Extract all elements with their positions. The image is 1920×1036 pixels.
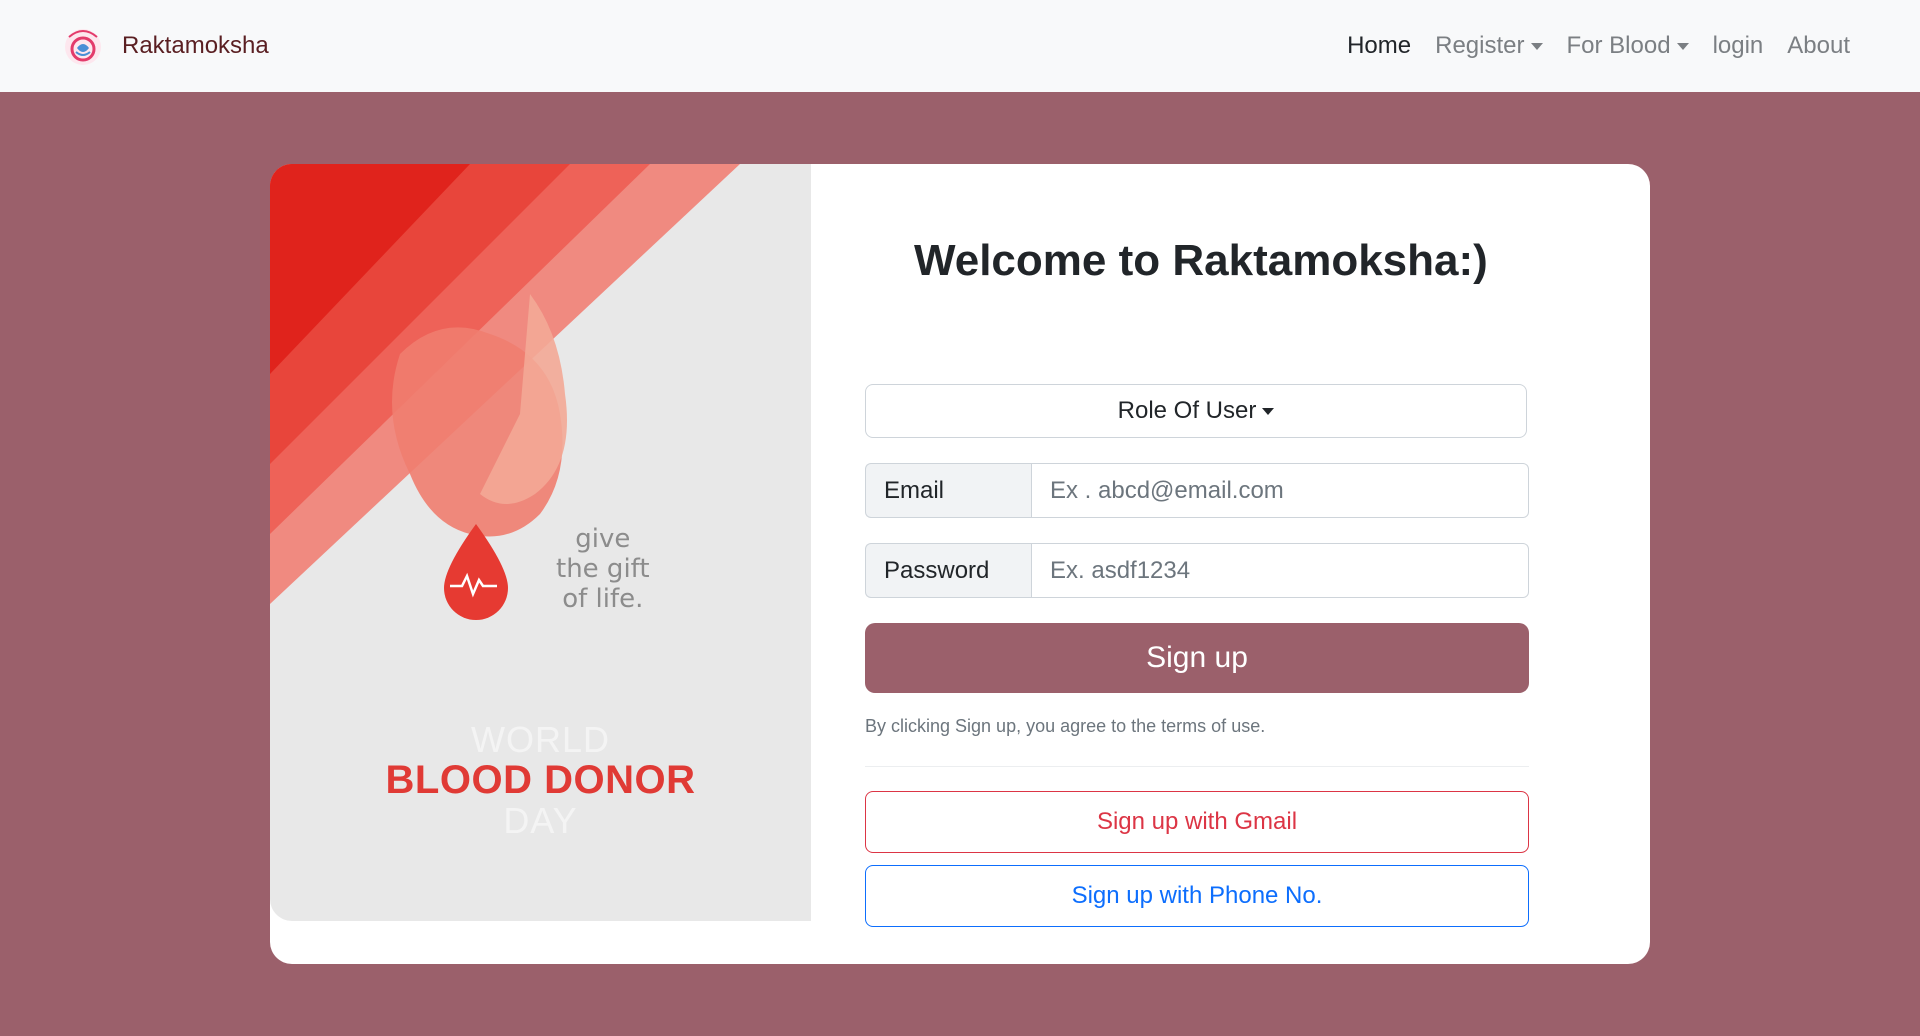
give-line-1: give (575, 524, 631, 554)
give-line-3: of life. (562, 584, 644, 614)
caret-down-icon (1676, 42, 1689, 50)
caret-down-icon (1530, 42, 1543, 50)
nav-login-label: login (1712, 32, 1764, 59)
navbar: Raktamoksha Home Register For Blood logi… (0, 0, 1920, 92)
nav-home[interactable]: Home (1335, 32, 1423, 60)
terms-text: By clicking Sign up, you agree to the te… (865, 716, 1266, 736)
signup-card: give the gift of life. WORLD BLOOD DONOR… (270, 164, 1650, 964)
sign-up-phone-button[interactable]: Sign up with Phone No. (865, 865, 1529, 927)
role-of-user-dropdown[interactable]: Role Of User (865, 384, 1527, 438)
nav-about-label: About (1787, 32, 1850, 59)
nav-login[interactable]: login (1701, 32, 1776, 60)
email-field[interactable] (1031, 463, 1529, 518)
email-input-group: Email (865, 463, 1529, 518)
nav-about[interactable]: About (1775, 32, 1862, 60)
poster-world: WORLD (471, 719, 610, 760)
email-label: Email (865, 463, 1031, 518)
caret-down-icon (1262, 407, 1275, 415)
poster-day: DAY (503, 800, 578, 841)
nav-register-label: Register (1435, 32, 1525, 59)
brand[interactable]: Raktamoksha (60, 23, 269, 69)
hand-in-hand-logo-icon (65, 29, 101, 65)
sign-up-button[interactable]: Sign up (865, 623, 1529, 693)
nav-menu: Home Register For Blood login About (1335, 32, 1862, 60)
password-label: Password (865, 543, 1031, 598)
give-line-2: the gift (556, 554, 650, 584)
welcome-heading: Welcome to Raktamoksha:) (914, 236, 1488, 285)
password-input-group: Password (865, 543, 1529, 598)
poster-blood-donor: BLOOD DONOR (385, 758, 696, 802)
password-field[interactable] (1031, 543, 1529, 598)
role-of-user-label: Role Of User (1117, 397, 1257, 424)
give-gift-of-life-text: give the gift of life. (556, 524, 650, 614)
sign-up-gmail-button[interactable]: Sign up with Gmail (865, 791, 1529, 853)
blood-donor-poster: give the gift of life. WORLD BLOOD DONOR… (270, 164, 811, 921)
nav-register-dropdown[interactable]: Register (1423, 32, 1554, 60)
nav-for-blood-dropdown[interactable]: For Blood (1555, 32, 1701, 60)
divider (865, 766, 1529, 767)
nav-home-label: Home (1347, 32, 1412, 59)
brand-name: Raktamoksha (122, 32, 269, 59)
nav-for-blood-label: For Blood (1566, 32, 1671, 59)
